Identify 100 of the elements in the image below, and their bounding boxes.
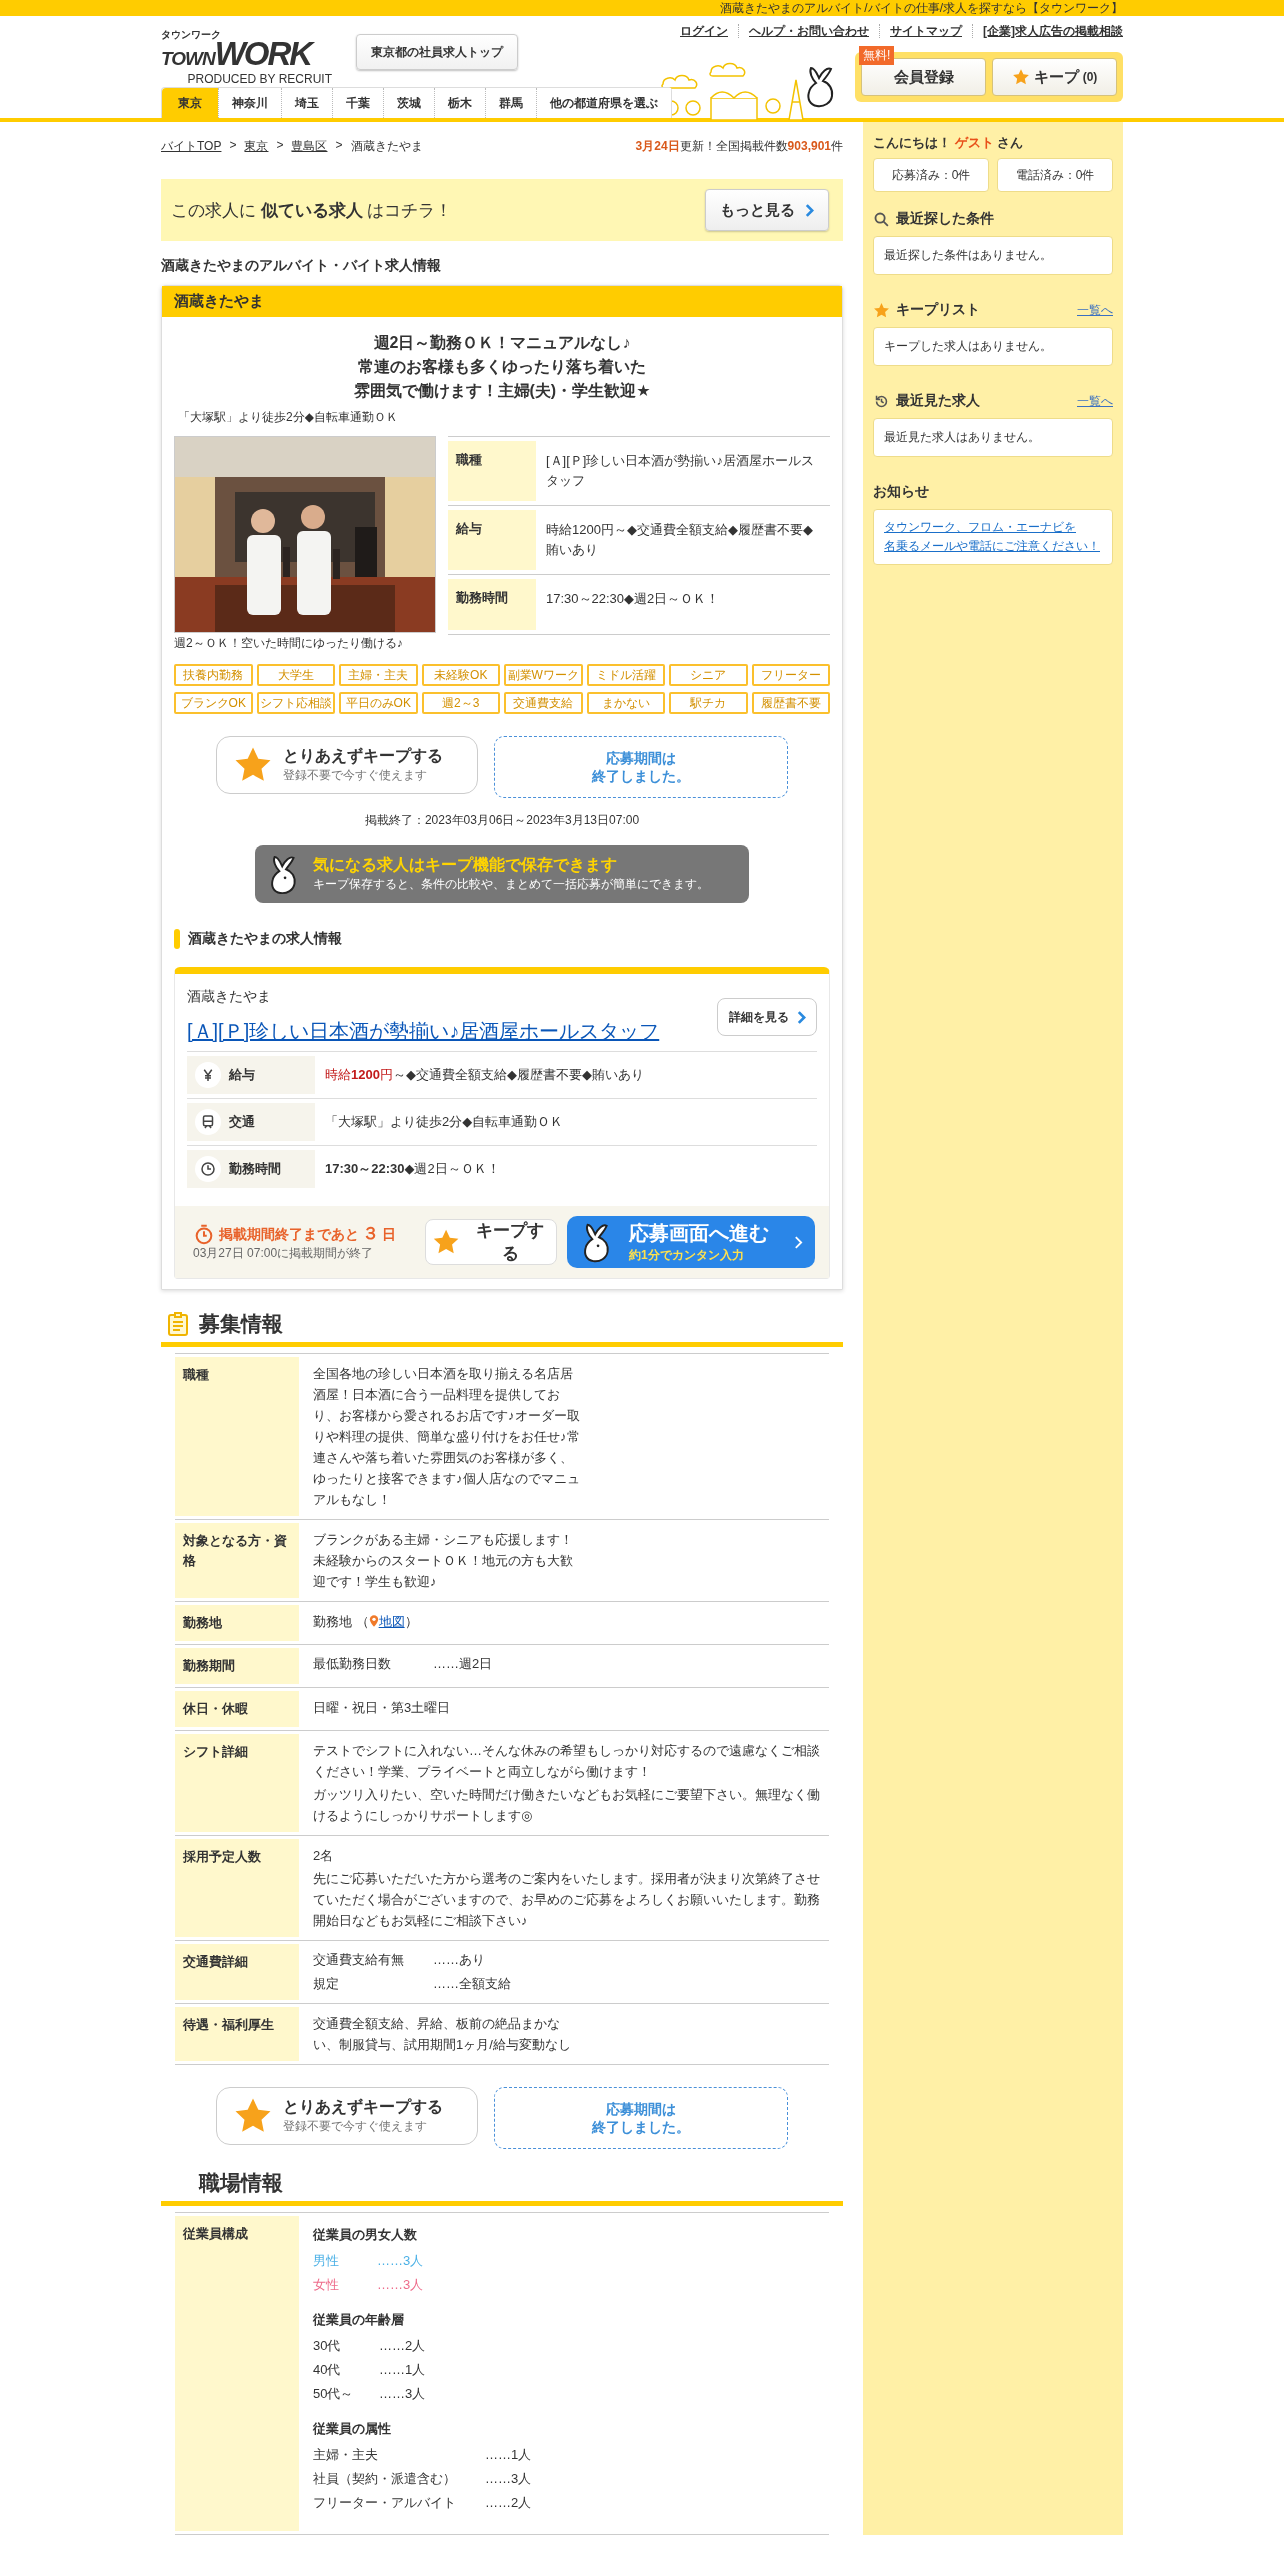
row-text: 勤務地 （ 地図） <box>313 1613 419 1631</box>
similar-text: この求人に 似ている求人 はコチラ！ <box>171 199 453 222</box>
keep-button[interactable]: とりあえずキープする 登録不要で今すぐ使えます <box>216 736 478 794</box>
chevron-icon <box>805 203 814 217</box>
logo-text: TOWN <box>161 48 215 71</box>
clipboard-icon <box>167 1311 189 1337</box>
listing-title: 酒蔵きたやま <box>162 286 842 317</box>
row-value: 時給1200円～◆交通費全額支給◆履歴書不要◆賄いあり <box>324 1066 645 1084</box>
breadcrumb-separator: > <box>335 138 343 154</box>
update-info: 3月24日更新！全国掲載件数903,901件 <box>635 138 843 155</box>
row-text: ガッツリ入りたい、空いた時間だけ働きたいなどもお気軽にご要望下さい。無理なく働けるようにしっかりサポートします◎ <box>313 1786 821 1825</box>
item-name: 最低勤務日数 <box>313 1655 392 1673</box>
keep-button[interactable]: キープする <box>425 1219 557 1265</box>
feature-tag: 扶養内勤務 <box>174 664 253 686</box>
keep-button[interactable]: とりあえずキープする 登録不要で今すぐ使えます <box>216 2087 478 2145</box>
row-label: 職種 <box>175 1357 299 1516</box>
panel-message: 最近見た求人はありません。 <box>873 418 1113 457</box>
item-value: ……3人 <box>377 2252 424 2270</box>
prefecture-tab[interactable]: 東京 <box>162 88 218 118</box>
keep-button[interactable]: キープ (0) <box>992 58 1117 96</box>
star-icon <box>873 301 890 319</box>
photo-caption: 週2～ＯＫ！空いた時間にゆったり働ける♪ <box>174 635 404 652</box>
row-label: 対象となる方・資格 <box>175 1523 299 1598</box>
item-value: ……1人 <box>485 2446 532 2464</box>
map-pin-icon <box>368 1614 379 1628</box>
header-link[interactable]: ヘルプ・お問い合わせ <box>738 24 879 38</box>
row-label: 採用予定人数 <box>175 1839 299 1937</box>
page-heading: 酒蔵きたやまのアルバイト・バイト求人情報 <box>161 257 442 275</box>
item-value: ……3人 <box>485 2470 532 2488</box>
feature-tag: 交通費支給 <box>504 692 583 714</box>
timer-icon <box>193 1222 215 1245</box>
period-text: 掲載終了：2023年03月06日～2023年3月13日07:00 <box>363 812 641 829</box>
feature-tag: ミドル活躍 <box>586 664 665 686</box>
feature-tag: 主婦・主夫 <box>339 664 418 686</box>
row-text: 日曜・祝日・第3土曜日 <box>313 1699 452 1717</box>
banner-text: キープ保存すると、条件の比較や、まとめて一括応募が簡単にできます。 <box>313 876 709 893</box>
banner-title: 気になる求人はキープ機能で保存できます <box>313 855 618 876</box>
summary-label: 勤務時間 <box>448 579 536 630</box>
row-label: シフト詳細 <box>175 1734 299 1832</box>
row-label: 従業員構成 <box>175 2216 299 2531</box>
section-heading: 酒蔵きたやまの求人情報 <box>188 930 342 948</box>
prefecture-tab[interactable]: 他の都道府県を選ぶ <box>536 88 671 118</box>
row-label: 勤務地 <box>175 1605 299 1641</box>
free-badge: 無料! <box>859 46 895 65</box>
job-title-link[interactable]: [Ａ][Ｐ]珍しい日本酒が勢揃い♪居酒屋ホールスタッフ <box>187 1020 660 1042</box>
feature-tag: シニア <box>669 664 748 686</box>
list-link[interactable]: 一覧へ <box>1077 392 1113 410</box>
summary-label: 職種 <box>448 441 536 501</box>
feature-tag: ブランクOK <box>174 692 253 714</box>
header-link[interactable]: ログイン <box>670 24 738 38</box>
item-name: 50代～ <box>313 2385 355 2403</box>
more-button[interactable]: もっと見る <box>705 189 829 231</box>
deadline-note: 03月27日 07:00に掲載期間が終了 <box>193 1245 375 1262</box>
breadcrumb-item[interactable]: バイトTOP <box>161 138 222 155</box>
item-name: 40代 <box>313 2361 342 2379</box>
panel-title: キープリスト <box>896 301 980 319</box>
group-title: 従業員の年齢層 <box>313 2311 405 2329</box>
feature-tag: 駅チカ <box>669 692 748 714</box>
item-name: 主婦・主夫 <box>313 2446 379 2464</box>
breadcrumb-item[interactable]: 東京 <box>244 138 269 155</box>
row-text: 2名 <box>313 1847 335 1865</box>
item-value: ……1人 <box>379 2361 426 2379</box>
breadcrumb-item: 酒蔵きたやま <box>350 138 423 155</box>
apply-button[interactable]: 応募画面へ進む 約1分でカンタン入力 <box>567 1216 815 1268</box>
access-text: 「大塚駅」より徒歩2分◆自転車通勤ＯＫ <box>178 409 399 426</box>
section-heading: 募集情報 <box>199 1311 283 1337</box>
employee-top-button[interactable]: 東京都の社員求人トップ <box>356 34 518 70</box>
list-link[interactable]: 一覧へ <box>1077 301 1113 319</box>
summary-value: [Ａ][Ｐ]珍しい日本酒が勢揃い♪居酒屋ホールスタッフ <box>545 452 815 490</box>
header-link[interactable]: サイトマップ <box>879 24 972 38</box>
item-value: ……週2日 <box>433 1655 493 1673</box>
star-icon <box>1011 68 1030 86</box>
feature-tag: 履歴書不要 <box>751 692 830 714</box>
row-label: 勤務時間 <box>229 1160 281 1178</box>
detail-button[interactable]: 詳細を見る <box>717 998 817 1036</box>
feature-tag: まかない <box>586 692 665 714</box>
counter-box: 電話済み：0件 <box>997 158 1113 192</box>
section-heading: 職場情報 <box>199 2170 283 2196</box>
row-label: 休日・休暇 <box>175 1691 299 1727</box>
breadcrumb-item[interactable]: 豊島区 <box>291 138 328 155</box>
search-icon <box>873 210 890 228</box>
yen-icon <box>195 1062 221 1088</box>
breadcrumb-separator: > <box>229 138 237 154</box>
summary-value: 時給1200円～◆交通費全額支給◆履歴書不要◆賄いあり <box>545 521 814 559</box>
notice-title: お知らせ <box>873 483 930 501</box>
breadcrumb-separator: > <box>276 138 284 154</box>
row-text: ブランクがある主婦・シニアも応援します！未経験からのスタートＯＫ！地元の方も大歓迎です！学生も歓迎♪ <box>313 1531 574 1591</box>
header-link[interactable]: [企業]求人広告の掲載相談 <box>972 24 1123 38</box>
item-name: 女性 <box>313 2276 340 2294</box>
map-link[interactable]: 地図 <box>378 1614 405 1629</box>
panel-message: 最近探した条件はありません。 <box>873 236 1113 275</box>
row-label: 交通 <box>229 1113 255 1131</box>
row-label: 給与 <box>229 1066 255 1084</box>
item-value: ……全額支給 <box>433 1975 511 1993</box>
summary-value: 17:30～22:30◆週2日～ＯＫ！ <box>545 590 721 608</box>
item-name: 交通費支給有無 <box>313 1951 405 1969</box>
row-text: テストでシフトに入れない…そんな休みの希望もしっかり対応するので遠慮なくご相談ください！学業、プライベートと両立しながら働けます！ <box>313 1742 821 1781</box>
item-value: ……3人 <box>379 2385 426 2403</box>
row-text: 全国各地の珍しい日本酒を取り揃える名店居酒屋！日本酒に合う一品料理を提供しており、お客様から愛されるお店です♪オーダー取りや料理の提供、簡単な盛り付けをお任せ♪常連さんや落ち着いた雰囲気のお客様が多く、ゆったりと接客できます♪個人店なのでマニュアルもなし！ <box>313 1365 581 1509</box>
row-value: 「大塚駅」より徒歩2分◆自転車通勤ＯＫ <box>324 1113 565 1131</box>
